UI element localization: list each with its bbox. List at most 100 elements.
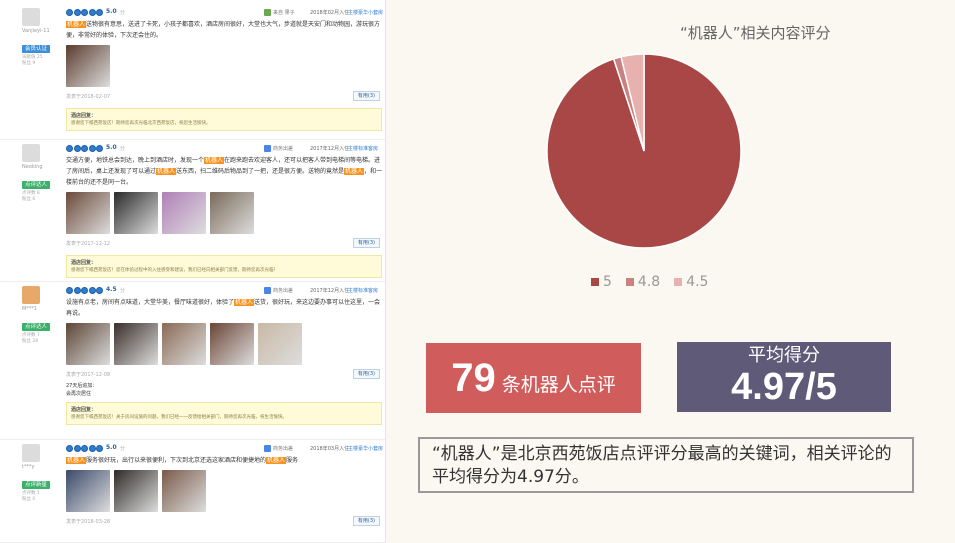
user-badge: 会员认证 <box>22 45 51 53</box>
review-photo[interactable] <box>210 192 254 234</box>
average-score-label: 平均得分 <box>748 345 820 366</box>
star-icon <box>73 287 81 294</box>
legend-swatch <box>674 278 683 286</box>
traveler-icon <box>264 145 271 152</box>
review-photo[interactable] <box>66 323 110 365</box>
reply-text: 感谢您下榻西苑饭店！您在体验过程中的入住感受和建议，我们已经向相关部门反馈，期待… <box>71 268 278 273</box>
chart-title: “机器人”相关内容评分 <box>680 24 831 42</box>
review-meta: 5.0 分 商务出差 2018年03月入住 主楼豪华小套房 <box>66 444 384 455</box>
post-date: 发表于2018-02-07 <box>66 94 111 100</box>
user-name[interactable]: Vanjieyi-11 <box>22 28 62 35</box>
legend-item: 4.5 <box>674 274 708 290</box>
review-photos <box>66 323 384 365</box>
review-user: Neoking 点评达人 点评数 8 粉丝 6 <box>0 140 62 203</box>
legend-item: 5 <box>591 274 612 290</box>
review-count-label: 条机器人点评 <box>501 373 616 396</box>
hotel-reply: 酒店回复： 感谢您下榻西苑饭店！期待您再次光临北京西苑饭店，祝您生活愉快。 <box>66 108 382 131</box>
review-footer: 发表于2018-03-28 有用(3) <box>66 515 384 529</box>
travel-type: 商务出差 <box>264 445 293 452</box>
reply-title: 酒店回复： <box>71 407 97 413</box>
review-photo[interactable] <box>162 192 206 234</box>
traveler-icon <box>264 445 271 452</box>
rating-suffix: 分 <box>120 288 126 294</box>
review-item: Neoking 点评达人 点评数 8 粉丝 6 5.0 分商务出差 2017年12月入住 主楼… <box>0 140 385 282</box>
legend-swatch <box>625 278 634 286</box>
user-stat: 粉丝 6 <box>22 197 36 202</box>
review-meta: 5.0 分 商务出差 2017年12月入住 主楼标准客房 <box>66 144 384 155</box>
review-photo[interactable] <box>162 470 206 512</box>
travel-type-label: 来自 果子 <box>273 10 295 16</box>
text-segment: 送物很有意思，送进了卡死，小孩子都喜欢，酒店房间很好，大堂也大气，步道就是天安门… <box>66 21 381 39</box>
review-text: 机器人服务很好玩，出行以来很便利，下次到北京还选这家酒店和便捷地的机器人服务 <box>66 455 384 466</box>
star-icon <box>73 445 81 452</box>
reply-text: 感谢您下榻西苑饭店！关于房间设施的问题，我们已经一一反馈给相关部门，期待您再次光… <box>71 415 287 420</box>
review-photo[interactable] <box>114 470 158 512</box>
travel-type-label: 商务出差 <box>273 446 294 452</box>
review-item: M***1 点评达人 点评数 7 粉丝 28 4.5 分商务出差 2017年12月入住 主楼标… <box>0 282 385 440</box>
post-date: 发表于2017-12-12 <box>66 241 111 247</box>
summary-text: “机器人”是北京西苑饭店点评评分最高的关键词，相关评论的平均得分为4.97分。 <box>418 437 914 493</box>
review-photo[interactable] <box>66 45 110 87</box>
avatar[interactable] <box>22 8 40 26</box>
stay-date: 2018年02月入住 <box>310 10 350 16</box>
review-photo[interactable] <box>258 323 302 365</box>
review-photo[interactable] <box>66 470 110 512</box>
review-photo[interactable] <box>114 323 158 365</box>
star-icon <box>96 445 103 452</box>
rating-stars <box>66 445 103 452</box>
review-photo[interactable] <box>210 323 254 365</box>
useful-button[interactable]: 有用(3) <box>352 369 380 379</box>
avatar[interactable] <box>22 286 40 304</box>
user-badge: 点评新星 <box>22 481 51 489</box>
average-score-box: 平均得分 4.97/5 <box>677 342 891 412</box>
room-type[interactable]: 主楼豪华小套房 <box>348 445 383 452</box>
reply-text: 感谢您下榻西苑饭店！期待您再次光临北京西苑饭店，祝您生活愉快。 <box>71 121 211 126</box>
rating-suffix: 分 <box>120 10 126 16</box>
review-photo[interactable] <box>162 323 206 365</box>
text-segment: 送东西，扫二维码后物品到了一把，还是很方便。送物的竟然是 <box>176 168 345 175</box>
star-icon <box>81 9 88 16</box>
review-photo[interactable] <box>114 192 158 234</box>
rating-suffix: 分 <box>120 446 126 452</box>
room-type[interactable]: 主楼标准客房 <box>348 145 378 152</box>
user-name[interactable]: t***y <box>22 464 62 471</box>
star-icon <box>66 145 73 152</box>
star-icon <box>81 145 88 152</box>
review-text: 机器人送物很有意思，送进了卡死，小孩子都喜欢，酒店房间很好，大堂也大气，步道就是… <box>66 19 384 41</box>
legend-label: 4.5 <box>686 274 709 290</box>
review-footer: 发表于2017-12-12 有用(3) <box>66 237 384 251</box>
user-name[interactable]: Neoking <box>22 164 62 171</box>
room-type[interactable]: 主楼标准客房 <box>348 287 378 294</box>
star-icon <box>96 145 103 152</box>
star-icon <box>96 287 103 294</box>
reviews-screenshot: Vanjieyi-11 会员认证 贡献值 25 粉丝 9 5.0 分来自 果子 2018年0… <box>0 0 386 543</box>
keyword-highlight: 机器人 <box>344 168 365 175</box>
star-icon <box>66 287 73 294</box>
legend-label: 4.8 <box>637 274 661 290</box>
review-meta: 5.0 分 来自 果子 2018年02月入住 主楼豪华小套房 <box>66 8 384 19</box>
useful-button[interactable]: 有用(3) <box>352 91 380 101</box>
review-content: 4.5 分 商务出差 2017年12月入住 主楼标准客房 设施有点老，房间有点味道，大堂华… <box>66 286 384 425</box>
user-name[interactable]: M***1 <box>22 306 62 313</box>
review-user: Vanjieyi-11 会员认证 贡献值 25 粉丝 9 <box>0 4 62 67</box>
review-photo[interactable] <box>66 192 110 234</box>
star-icon <box>88 9 96 16</box>
avatar[interactable] <box>22 144 40 162</box>
travel-type: 商务出差 <box>264 287 293 294</box>
review-content: 5.0 分 来自 果子 2018年02月入住 主楼豪华小套房 机器人送物很有意思，送进了卡… <box>66 8 384 131</box>
review-photos <box>66 45 384 87</box>
user-stat: 粉丝 28 <box>22 339 39 344</box>
review-footer: 发表于2017-12-08 有用(3) <box>66 368 384 382</box>
useful-button[interactable]: 有用(3) <box>352 238 380 248</box>
useful-button[interactable]: 有用(3) <box>352 516 380 526</box>
average-score-value: 4.97/5 <box>731 366 837 408</box>
user-badge: 点评达人 <box>22 181 51 189</box>
hotel-reply: 酒店回复： 感谢您下榻西苑饭店！您在体验过程中的入住感受和建议，我们已经向相关部门… <box>66 255 382 278</box>
pie-chart <box>546 53 742 249</box>
star-icon <box>66 445 73 452</box>
avatar[interactable] <box>22 444 40 462</box>
traveler-icon <box>264 287 271 294</box>
review-item: t***y 点评新星 点评数 1 粉丝 0 5.0 分商务出差 2018年03月入住 主楼豪华… <box>0 440 385 543</box>
review-count-box: 79 条机器人点评 <box>426 343 641 413</box>
room-type[interactable]: 主楼豪华小套房 <box>348 9 383 16</box>
